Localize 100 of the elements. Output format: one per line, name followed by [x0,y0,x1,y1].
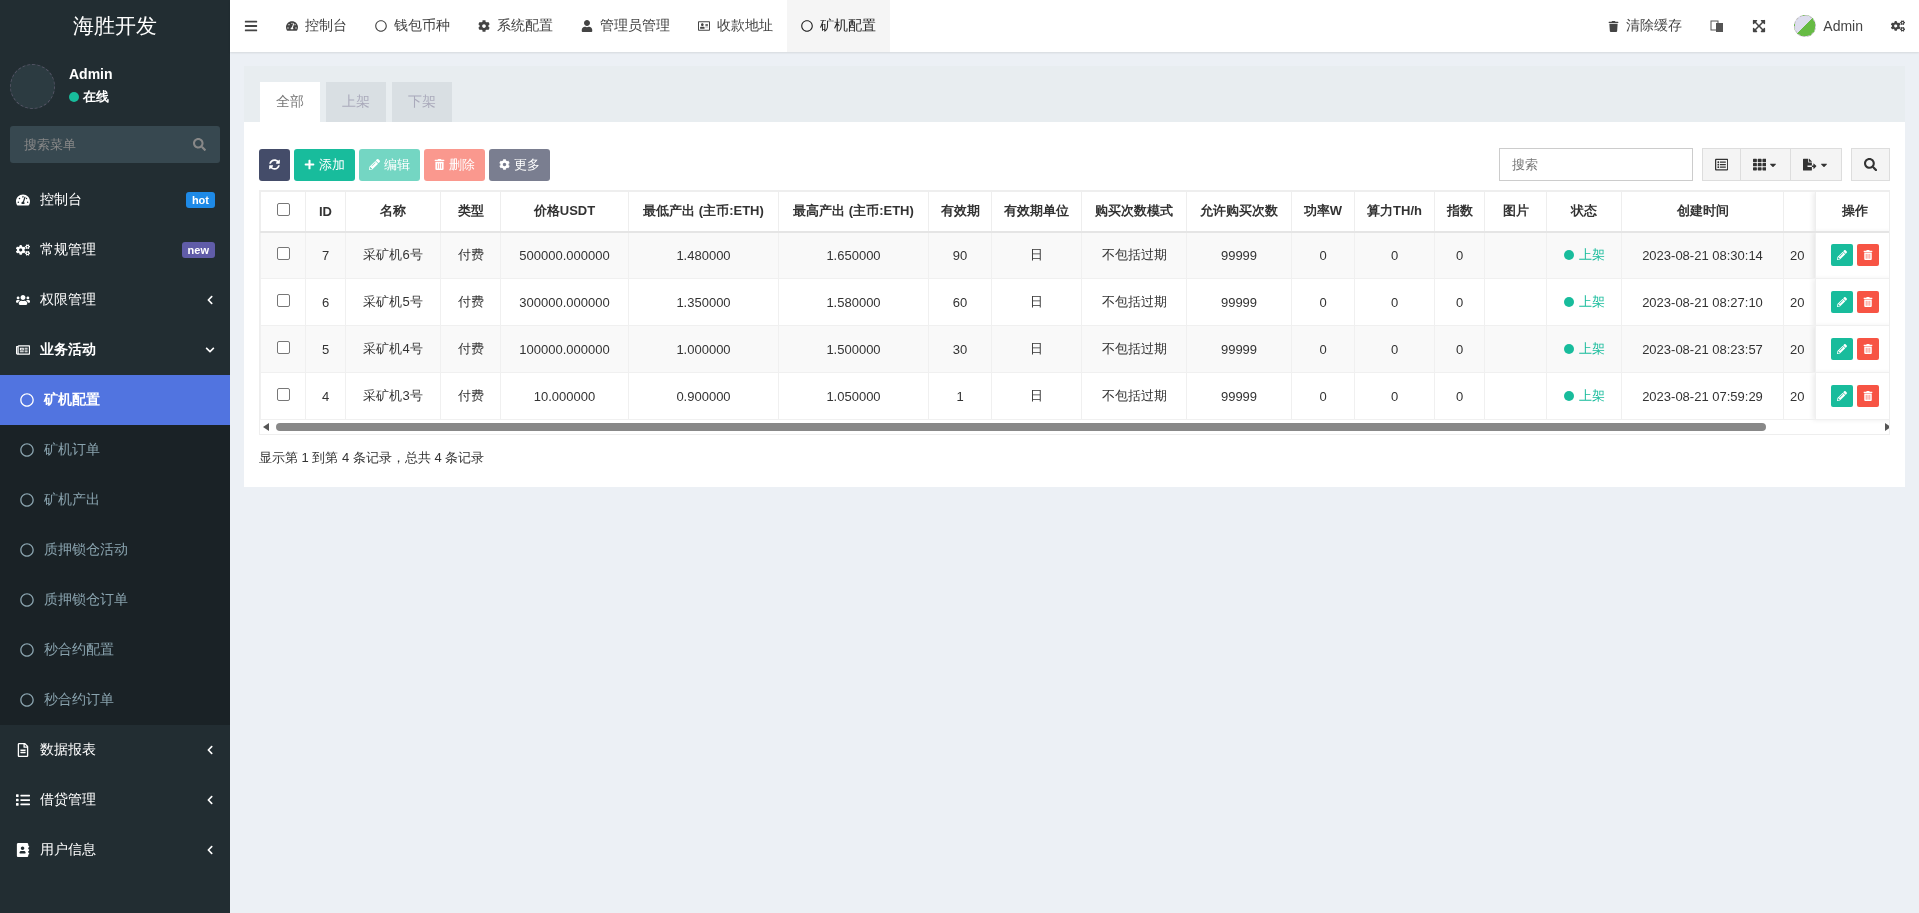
status-text: 上架 [1578,293,1605,311]
table-cell: 7 [305,231,346,279]
table-cell: 2023-08-21 07:59:29 [1621,372,1784,420]
column-header: 允许购买次数 [1186,191,1292,232]
chevron-left-icon [205,845,215,855]
submenu-item[interactable]: 质押锁仓订单 [0,575,230,625]
column-header: 名称 [345,191,441,232]
nav-tab[interactable]: 管理员管理 [567,0,684,52]
avatar [10,63,55,109]
grid-icon [1753,157,1767,172]
delete-button[interactable] [1856,385,1879,407]
table-cell: 20 [1783,231,1816,279]
edit-button[interactable] [1830,338,1853,360]
table-cell: 300000.000000 [500,278,629,326]
chevron-left-icon [205,745,215,755]
nav-icon [698,20,710,32]
nav-tab[interactable]: 控制台 [272,0,361,52]
table-cell: 99999 [1186,372,1292,420]
nav-tab[interactable]: 系统配置 [464,0,567,52]
table-cell: 1.650000 [778,231,929,279]
table-cell: 2023-08-21 08:30:14 [1621,231,1784,279]
column-header: 有效期单位 [991,191,1082,232]
menu-badge: hot [185,192,215,208]
search-field[interactable]: 搜索 [1498,148,1693,181]
nav-tab[interactable]: 收款地址 [684,0,787,52]
table-cell: 采矿机3号 [345,372,441,420]
table-cell: 日 [991,231,1082,279]
nav-icon [581,20,593,32]
table-cell: 0.900000 [628,372,779,420]
delete-button[interactable] [1856,244,1879,267]
edit-button[interactable] [1830,244,1853,267]
table-cell: 0 [1434,372,1485,420]
menu-item[interactable]: 控制台 hot [0,175,230,225]
table-cell: 500000.000000 [500,231,629,279]
table-cell: 不包括过期 [1081,325,1187,373]
table-cell: 1.050000 [778,372,929,420]
search-icon [1863,157,1877,172]
table-cell: 采矿机6号 [345,231,441,279]
table-cell: 日 [991,372,1082,420]
delete-button[interactable] [1856,291,1879,313]
submenu-item[interactable]: 矿机配置 [0,375,230,425]
delete-button[interactable] [1856,338,1879,360]
submenu-item[interactable]: 矿机订单 [0,425,230,475]
trash-icon [1862,250,1873,261]
menu-item[interactable]: 权限管理 [0,275,230,325]
table-cell: 不包括过期 [1081,372,1187,420]
user-menu[interactable]: Admin [1780,0,1877,52]
menu-item[interactable]: 数据报表 [0,725,230,775]
column-header: 最低产出 (主币:ETH) [628,191,779,232]
table-cell: 付费 [440,278,501,326]
nav-icon [478,20,490,32]
edit-button[interactable] [1830,291,1853,313]
filter-tab[interactable]: 全部 [260,82,320,122]
clear-cache-button[interactable]: 清除缓存 [1594,0,1697,52]
submenu-item[interactable]: 质押锁仓活动 [0,525,230,575]
toggle-view-button[interactable] [1701,148,1741,181]
submenu-item[interactable]: 矿机产出 [0,475,230,525]
checkbox[interactable] [276,247,290,261]
table-cell: 0 [1434,231,1485,279]
table-cell: 99999 [1186,278,1292,326]
trash-icon [1862,297,1873,307]
table-cell: 日 [991,278,1082,326]
menu-item[interactable]: 常规管理 new [0,225,230,275]
submenu-item[interactable]: 秒合约配置 [0,625,230,675]
pencil-icon [1836,297,1847,307]
table-cell: 日 [991,325,1082,373]
nav-icon [286,20,298,32]
submenu-item[interactable]: 秒合约订单 [0,675,230,725]
checkbox[interactable] [276,341,290,354]
chevron-left-icon [205,295,215,305]
checkbox[interactable] [276,203,290,217]
table-cell: 1 [928,372,992,420]
search-button[interactable] [1850,148,1890,181]
columns-button[interactable] [1740,148,1792,181]
table-cell: 0 [1291,325,1355,373]
table-cell: 采矿机4号 [345,325,441,373]
gear-icon [499,159,510,170]
more-button[interactable]: 更多 [489,148,550,181]
table-cell: 0 [1291,231,1355,279]
column-header: ID [305,191,346,232]
table-cell: 0 [1434,325,1485,373]
edit-button[interactable] [1830,385,1853,407]
menu-item[interactable]: 借贷管理 [0,775,230,825]
column-header: 购买次数模式 [1081,191,1187,232]
table-cell: 不包括过期 [1081,278,1187,326]
table-cell: 付费 [440,231,501,279]
checkbox[interactable] [276,294,290,307]
column-header: 指数 [1434,191,1485,232]
status-text: 上架 [1578,246,1605,265]
export-button[interactable] [1790,148,1842,181]
nav-icon [375,20,387,32]
menu-item[interactable]: 用户信息 [0,825,230,875]
pencil-icon [1836,391,1847,401]
menu-item[interactable]: 业务活动 [0,325,230,375]
pencil-icon [1836,250,1847,261]
nav-tab[interactable]: 矿机配置 [787,0,890,52]
nav-tab[interactable]: 钱包币种 [361,0,464,52]
refresh-button[interactable] [259,148,290,181]
table-cell: 6 [305,278,346,326]
checkbox[interactable] [276,388,290,401]
